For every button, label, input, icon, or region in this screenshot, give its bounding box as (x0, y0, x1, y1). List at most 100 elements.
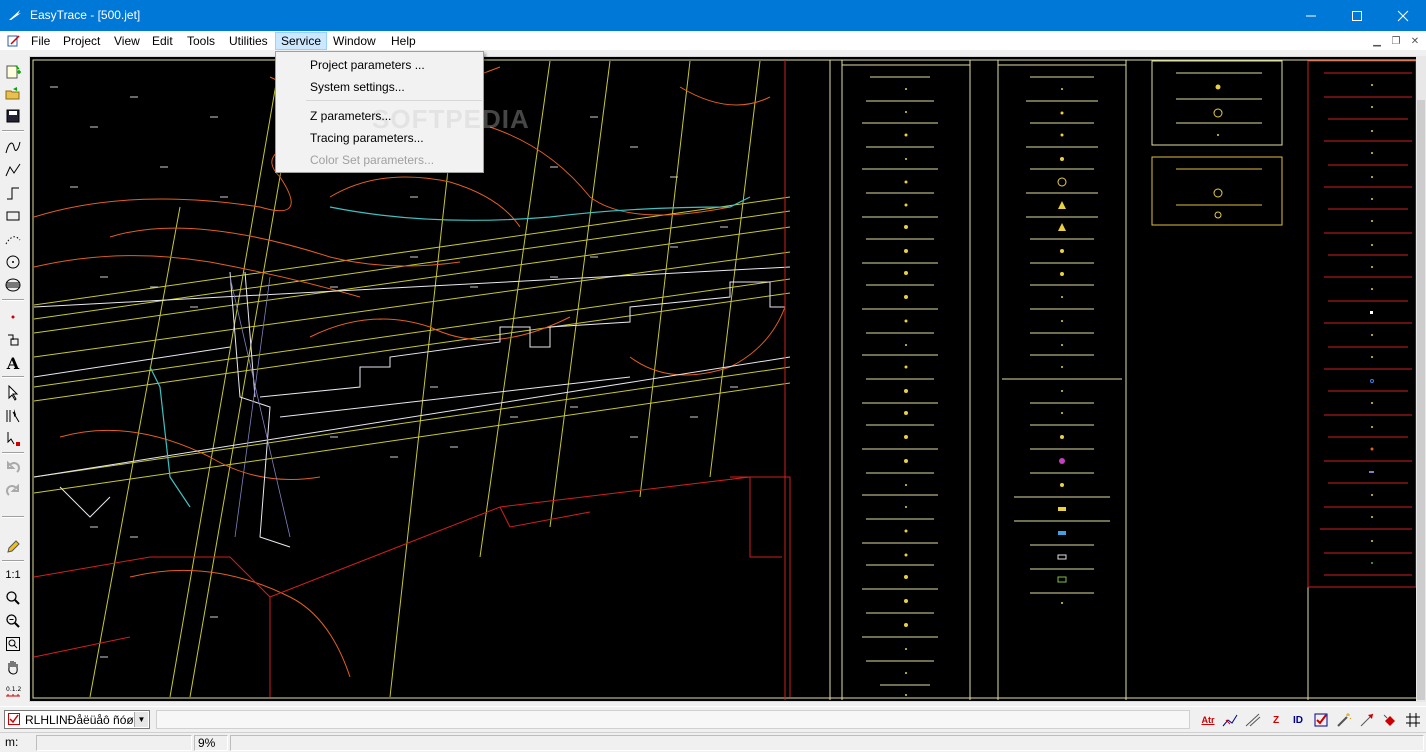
hatch-tool-button[interactable] (3, 275, 23, 295)
layer-check-icon (8, 713, 20, 725)
zoom-in-button[interactable] (3, 588, 23, 608)
curve-tool-button[interactable] (3, 137, 23, 157)
open-button[interactable] (3, 84, 23, 104)
menu-service[interactable]: Service (275, 32, 328, 50)
attributes-button[interactable]: Atr (1198, 710, 1218, 730)
mdi-close-icon[interactable]: ✕ (1408, 34, 1422, 48)
menu-separator (306, 100, 482, 101)
circle-icon (6, 255, 20, 269)
toolbar-separator (2, 516, 24, 518)
title-bar: EasyTrace - [500.jet] (0, 0, 1426, 31)
menu-project[interactable]: Project (58, 32, 105, 50)
grid-button[interactable] (1403, 710, 1423, 730)
undo-icon (7, 460, 20, 473)
menu-tools[interactable]: Tools (182, 32, 220, 50)
rectangle-tool-button[interactable] (3, 206, 23, 226)
undo-button[interactable] (3, 458, 23, 478)
menu-item-project-parameters[interactable]: Project parameters ... (310, 55, 425, 75)
menu-help[interactable]: Help (386, 32, 421, 50)
status-bar: m: 9% (0, 732, 1426, 752)
node-select-button[interactable] (3, 429, 23, 449)
scrollbar-thumb[interactable] (1417, 100, 1425, 700)
redo-button[interactable] (3, 481, 23, 501)
m-label: m: (5, 735, 19, 749)
circle-tool-button[interactable] (3, 252, 23, 272)
menu-item-z-parameters[interactable]: Z parameters... (310, 106, 391, 126)
app-window: EasyTrace - [500.jet] File Project View … (0, 0, 1426, 752)
drawing-canvas[interactable] (29, 56, 1421, 702)
maximize-button[interactable] (1334, 0, 1380, 31)
zoom-in-icon (6, 591, 20, 605)
left-toolbar: A 1:1 0.1.2 (0, 56, 28, 706)
bottom-info-field (156, 710, 1190, 729)
menu-file[interactable]: File (26, 32, 55, 50)
line-snap-button[interactable] (1243, 710, 1263, 730)
symbol-icon (8, 334, 19, 346)
fill-icon (1383, 714, 1395, 726)
id-button[interactable]: ID (1288, 710, 1308, 730)
vertical-scrollbar[interactable] (1416, 56, 1426, 702)
menu-view[interactable]: View (109, 32, 145, 50)
vector-map[interactable] (30, 57, 1421, 702)
status-message (230, 735, 1424, 751)
arrow-tool-button[interactable] (1357, 710, 1377, 730)
coordinate-field (36, 735, 192, 751)
text-tool-icon: A (6, 353, 20, 373)
ruler-icon: 0.1.2 (6, 686, 21, 697)
ruler-button[interactable]: 0.1.2 (3, 682, 23, 702)
mdi-minimize-icon[interactable]: ▁ (1370, 34, 1384, 48)
trace-icon (1222, 714, 1238, 727)
scale-1-1-button[interactable]: 1:1 (3, 565, 23, 585)
scale-label: 1:1 (5, 569, 21, 581)
layer-dropdown[interactable]: RLHLINÐåëüåô ñóøë ▼ (4, 710, 150, 729)
mdi-restore-icon[interactable]: ❐ (1389, 34, 1403, 48)
menu-window[interactable]: Window (328, 32, 381, 50)
magic-wand-button[interactable] (1334, 710, 1354, 730)
orthogonal-line-button[interactable] (3, 183, 23, 203)
zoom-out-button[interactable] (3, 611, 23, 631)
polyline-tool-button[interactable] (3, 160, 23, 180)
dotted-line-button[interactable] (3, 229, 23, 249)
menu-item-tracing-parameters[interactable]: Tracing parameters... (310, 128, 424, 148)
fill-button[interactable] (1380, 710, 1400, 730)
save-button[interactable] (3, 106, 23, 126)
close-icon (1397, 10, 1409, 21)
pencil-button[interactable] (3, 537, 23, 557)
select-tool-button[interactable] (3, 383, 23, 403)
rectangle-icon (6, 211, 20, 221)
menu-edit[interactable]: Edit (147, 32, 178, 50)
open-icon (5, 87, 20, 100)
toolbar-separator (2, 452, 24, 454)
symbol-tool-button[interactable] (3, 330, 23, 350)
point-icon (11, 315, 15, 319)
menu-item-system-settings[interactable]: System settings... (310, 77, 405, 97)
toolbar-separator (2, 560, 24, 562)
document-icon[interactable] (6, 33, 22, 49)
z-value-icon: Z (1272, 714, 1280, 726)
menu-item-color-set-parameters: Color Set parameters... (310, 153, 435, 167)
close-button[interactable] (1380, 0, 1426, 31)
check-icon (1314, 713, 1328, 727)
chevron-down-icon[interactable]: ▼ (134, 712, 148, 727)
pan-button[interactable] (3, 657, 23, 677)
check-button[interactable] (1311, 710, 1331, 730)
arrow-tool-icon (1360, 713, 1374, 727)
dotted-line-icon (5, 236, 21, 245)
z-value-button[interactable]: Z (1266, 710, 1286, 730)
text-tool-button[interactable]: A (3, 353, 23, 373)
bottom-toolbar: RLHLINÐåëüåô ñóøë ▼ Atr Z ID (0, 706, 1426, 732)
save-icon (6, 109, 20, 123)
trace-button[interactable] (1220, 710, 1240, 730)
redo-icon (6, 483, 19, 496)
zoom-out-icon (6, 614, 20, 628)
window-title: EasyTrace - [500.jet] (30, 8, 141, 22)
toolbar-separator (2, 376, 24, 378)
new-project-button[interactable] (3, 62, 23, 82)
multi-select-button[interactable] (3, 406, 23, 426)
point-tool-button[interactable] (3, 307, 23, 327)
zoom-extents-button[interactable] (3, 634, 23, 654)
attributes-icon: Atr (1201, 715, 1215, 725)
zoom-level: 9% (194, 735, 228, 751)
menu-utilities[interactable]: Utilities (224, 32, 273, 50)
minimize-button[interactable] (1288, 0, 1334, 31)
